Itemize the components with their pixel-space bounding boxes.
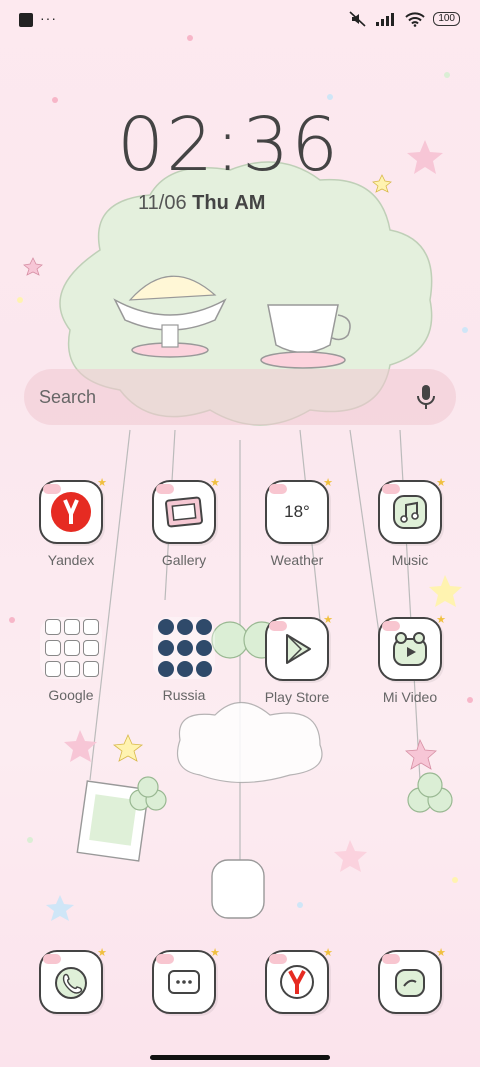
weather-temperature: 18°: [284, 502, 310, 521]
app-label: Gallery: [161, 552, 207, 568]
app-music[interactable]: ★ Music: [355, 477, 465, 568]
app-label: Play Store: [264, 689, 330, 705]
folder-icon: [40, 617, 102, 679]
wifi-icon: [405, 11, 426, 27]
gesture-navigation-bar[interactable]: [150, 1055, 330, 1060]
clock-date[interactable]: 11/06 Thu AM: [138, 192, 265, 215]
yandex-icon: ★: [39, 477, 107, 544]
app-label: Weather: [270, 552, 324, 568]
folder-russia[interactable]: Russia: [129, 617, 239, 703]
dock-phone[interactable]: ★: [16, 947, 126, 1014]
dock-yandex-browser[interactable]: ★: [242, 947, 352, 1014]
app-mi-video[interactable]: ★ Mi Video: [355, 614, 465, 705]
security-icon: ★: [378, 947, 446, 1014]
weather-icon: ★ 18°: [265, 477, 333, 544]
notification-app-icon: [19, 13, 33, 27]
signal-icon: [376, 13, 395, 26]
clock-time[interactable]: 02:36: [117, 102, 340, 188]
app-gallery[interactable]: ★ Gallery: [129, 477, 239, 568]
dock-security[interactable]: ★: [355, 947, 465, 1014]
phone-icon: ★: [39, 947, 107, 1014]
weekday-text: Thu: [192, 192, 229, 214]
app-yandex[interactable]: ★ Yandex: [16, 477, 126, 568]
music-icon: ★: [378, 477, 446, 544]
gallery-icon: ★: [152, 477, 220, 544]
date-text: 11/06: [138, 192, 187, 214]
app-weather[interactable]: ★ 18° Weather: [242, 477, 352, 568]
app-label: Music: [391, 552, 429, 568]
microphone-icon[interactable]: [416, 384, 436, 410]
folder-icon: [153, 617, 215, 679]
yandex-browser-icon: ★: [265, 947, 333, 1014]
search-placeholder: Search: [39, 386, 97, 407]
mi-video-icon: ★: [378, 614, 446, 681]
app-play-store[interactable]: ★ Play Store: [242, 614, 352, 705]
status-bar: ··· 100: [0, 0, 480, 40]
app-label: Russia: [162, 687, 206, 703]
app-label: Google: [48, 687, 94, 703]
battery-icon: 100: [433, 12, 460, 26]
ampm-text: AM: [234, 192, 266, 214]
dock-messages[interactable]: ★: [129, 947, 239, 1014]
messages-icon: ★: [152, 947, 220, 1014]
app-label: Yandex: [47, 552, 95, 568]
folder-google[interactable]: Google: [16, 617, 126, 703]
play-store-icon: ★: [265, 614, 333, 681]
more-notifications-icon: ···: [40, 10, 57, 26]
app-label: Mi Video: [382, 689, 438, 705]
mute-icon: [349, 11, 366, 27]
search-bar[interactable]: Search: [24, 369, 456, 425]
